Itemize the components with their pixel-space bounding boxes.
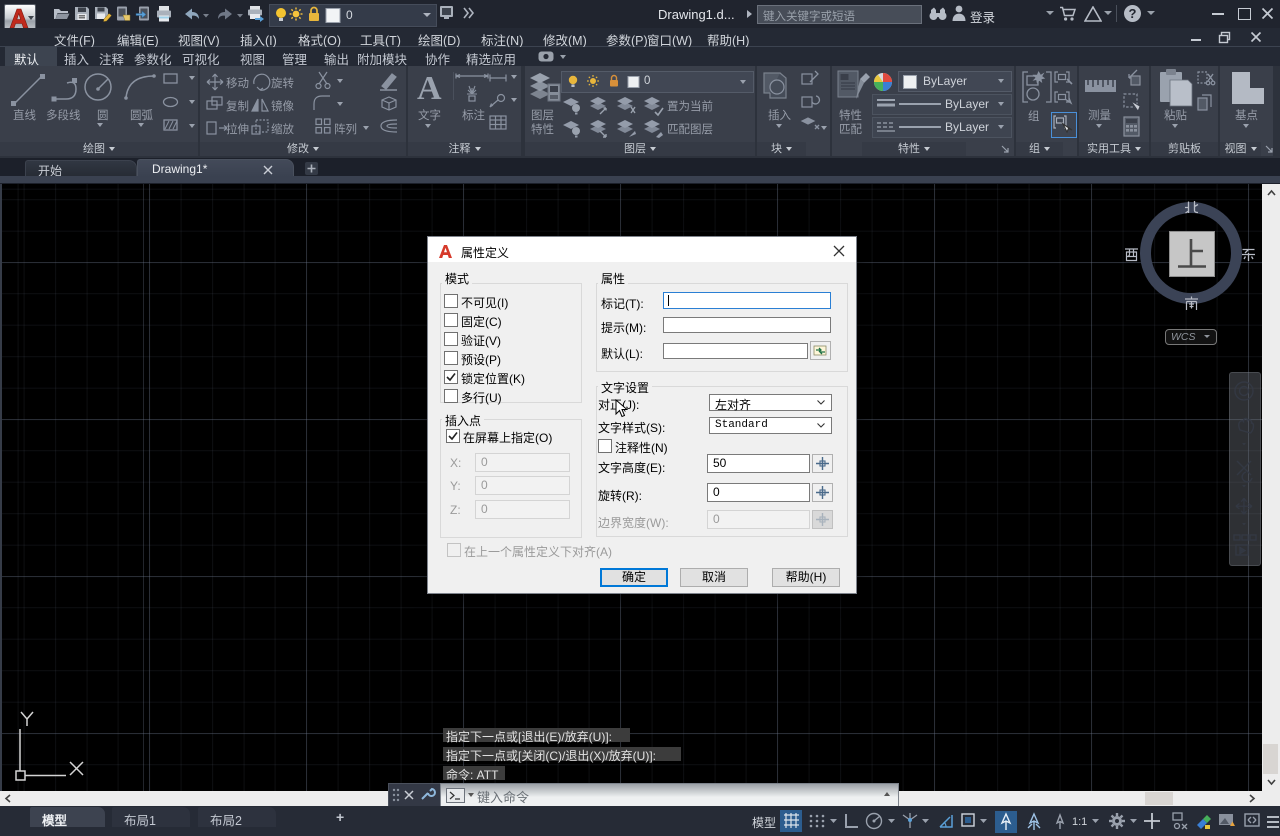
svg-text:1:1: 1:1 — [1072, 816, 1087, 828]
